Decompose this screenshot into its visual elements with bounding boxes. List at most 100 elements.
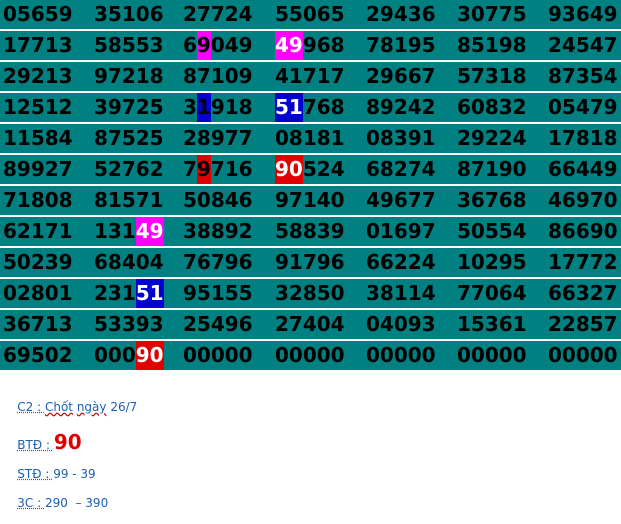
cell-digits: 05659 — [3, 2, 73, 26]
grid-row: 05659 35106 27724 55065 29436 30775 93649 — [0, 0, 621, 29]
grid-cell: 66224 — [366, 248, 436, 277]
cell-digits: 05479 — [548, 95, 618, 119]
grid-cell: 24547 — [548, 31, 618, 60]
cell-digits: 58553 — [94, 33, 164, 57]
grid-cell: 49677 — [366, 186, 436, 215]
grid-cell: 08181 — [275, 124, 345, 153]
grid-cell: 29213 — [3, 62, 73, 91]
cell-highlight: 51 — [275, 93, 303, 122]
grid-cell: 17713 — [3, 31, 73, 60]
cell-digits: 69502 — [3, 343, 73, 367]
cell-highlight: 49 — [135, 217, 164, 246]
cell-digits: 46970 — [548, 188, 618, 212]
cell-digits: 27724 — [183, 2, 253, 26]
cell-digits: 22857 — [548, 312, 618, 336]
note-c2-label: C2 : — [17, 400, 45, 414]
grid-cell: 46970 — [548, 186, 618, 215]
cell-digits: 17772 — [548, 250, 618, 274]
cell-digits: 7 — [183, 157, 197, 181]
cell-digits: 00000 — [457, 343, 527, 367]
grid-cell: 93649 — [548, 0, 618, 29]
cell-digits: 38114 — [366, 281, 436, 305]
grid-cell: 23151 — [94, 279, 164, 308]
number-grid: 05659 35106 27724 55065 29436 30775 93649 17713… — [0, 0, 621, 374]
grid-cell: 66327 — [548, 279, 618, 308]
cell-highlight: 1 — [196, 93, 211, 122]
grid-cell: 91796 — [275, 248, 345, 277]
grid-row: 29213 97218 87109 41717 29667 57318 87354 — [0, 62, 621, 91]
grid-cell: 89927 — [3, 155, 73, 184]
cell-digits: 60832 — [457, 95, 527, 119]
cell-digits: 66327 — [548, 281, 618, 305]
grid-cell: 25496 — [183, 310, 253, 339]
note-3c: 3C : 290 – 390 — [2, 482, 108, 524]
cell-digits: 50554 — [457, 219, 527, 243]
cell-digits: 87190 — [457, 157, 527, 181]
cell-digits: 01697 — [366, 219, 436, 243]
grid-cell: 17818 — [548, 124, 618, 153]
cell-digits: 36713 — [3, 312, 73, 336]
cell-digits: 02801 — [3, 281, 73, 305]
cell-digits: 32850 — [275, 281, 345, 305]
cell-digits: 91796 — [275, 250, 345, 274]
grid-cell: 17772 — [548, 248, 618, 277]
grid-row: 36713 53393 25496 27404 04093 15361 22857 — [0, 310, 621, 339]
note-c2-word2: ngày — [76, 400, 107, 414]
cell-digits: 131 — [94, 219, 136, 243]
grid-cell: 51768 — [275, 93, 345, 122]
cell-digits: 87354 — [548, 64, 618, 88]
grid-cell: 39725 — [94, 93, 164, 122]
note-btd-value: 90 — [53, 430, 82, 454]
grid-cell: 60832 — [457, 93, 527, 122]
grid-cell: 11584 — [3, 124, 73, 153]
grid-cell: 00090 — [94, 341, 164, 370]
grid-cell: 00000 — [366, 341, 436, 370]
grid-cell: 27404 — [275, 310, 345, 339]
cell-digits: 95155 — [183, 281, 253, 305]
grid-row: 71808 81571 50846 97140 49677 36768 46970 — [0, 186, 621, 215]
cell-digits: 86690 — [548, 219, 618, 243]
grid-cell: 50554 — [457, 217, 527, 246]
cell-digits: 768 — [302, 95, 345, 119]
grid-cell: 30775 — [457, 0, 527, 29]
cell-digits: 97140 — [275, 188, 345, 212]
grid-cell: 57318 — [457, 62, 527, 91]
cell-digits: 231 — [94, 281, 136, 305]
cell-digits: 00000 — [548, 343, 618, 367]
cell-digits: 29224 — [457, 126, 527, 150]
grid-cell: 87109 — [183, 62, 253, 91]
cell-digits: 77064 — [457, 281, 527, 305]
grid-cell: 90524 — [275, 155, 345, 184]
cell-digits: 28977 — [183, 126, 253, 150]
grid-cell: 05479 — [548, 93, 618, 122]
grid-cell: 10295 — [457, 248, 527, 277]
grid-cell: 08391 — [366, 124, 436, 153]
grid-cell: 41717 — [275, 62, 345, 91]
grid-cell: 28977 — [183, 124, 253, 153]
cell-digits: 524 — [302, 157, 345, 181]
cell-digits: 35106 — [94, 2, 164, 26]
cell-digits: 58839 — [275, 219, 345, 243]
grid-cell: 38892 — [183, 217, 253, 246]
grid-cell: 50846 — [183, 186, 253, 215]
cell-digits: 000 — [94, 343, 136, 367]
cell-digits: 968 — [302, 33, 345, 57]
cell-digits: 89242 — [366, 95, 436, 119]
grid-cell: 49968 — [275, 31, 345, 60]
cell-digits: 68274 — [366, 157, 436, 181]
cell-digits: 57318 — [457, 64, 527, 88]
cell-digits: 36768 — [457, 188, 527, 212]
note-btd-label: BTĐ : — [17, 438, 54, 452]
cell-digits: 716 — [210, 157, 253, 181]
cell-highlight: 49 — [275, 31, 303, 60]
grid-cell: 69049 — [183, 31, 253, 60]
grid-cell: 13149 — [94, 217, 164, 246]
cell-digits: 04093 — [366, 312, 436, 336]
cell-digits: 53393 — [94, 312, 164, 336]
grid-cell: 01697 — [366, 217, 436, 246]
grid-cell: 85198 — [457, 31, 527, 60]
cell-digits: 08391 — [366, 126, 436, 150]
grid-cell: 36713 — [3, 310, 73, 339]
grid-row: 17713 58553 69049 49968 78195 85198 24547 — [0, 31, 621, 60]
grid-cell: 15361 — [457, 310, 527, 339]
